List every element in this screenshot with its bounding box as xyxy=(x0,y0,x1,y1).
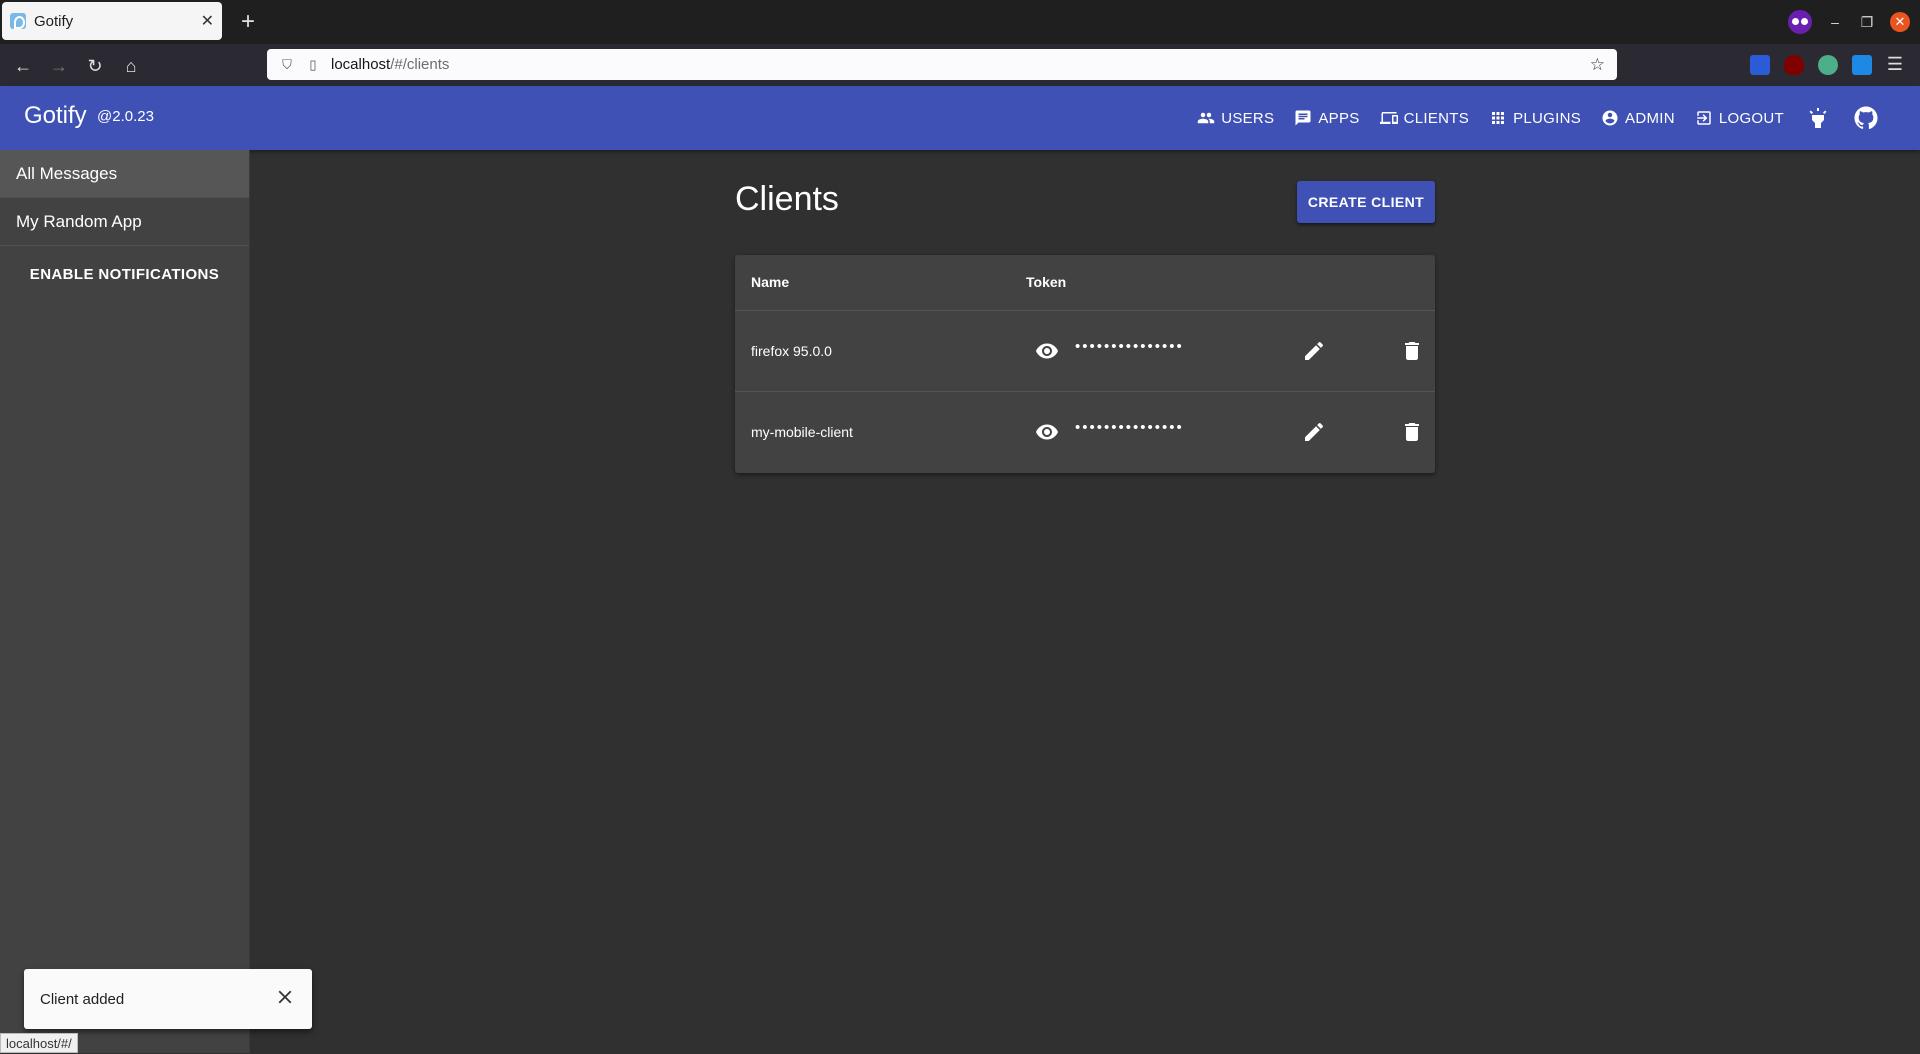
private-browsing-icon xyxy=(1788,10,1812,34)
snackbar-close-button[interactable] xyxy=(274,986,296,1012)
nav-plugins-label: PLUGINS xyxy=(1513,109,1582,127)
devices-icon xyxy=(1379,112,1398,124)
extension-icon[interactable] xyxy=(1818,54,1838,75)
nav-clients-button[interactable]: CLIENTS xyxy=(1370,86,1479,150)
browser-status-url: localhost/#/ xyxy=(0,1033,78,1053)
nav-logout-label: LOGOUT xyxy=(1718,109,1784,127)
close-icon xyxy=(278,990,292,1004)
pencil-icon xyxy=(1305,341,1324,360)
url-host: localhost xyxy=(331,56,391,73)
forward-icon[interactable]: → xyxy=(46,53,72,79)
edit-client-button[interactable] xyxy=(1302,339,1326,363)
browser-tab[interactable]: Gotify ✕ xyxy=(2,2,222,40)
sidebar: All Messages My Random App ENABLE NOTIFI… xyxy=(0,150,250,1053)
nav-apps-label: APPS xyxy=(1318,109,1360,127)
sidebar-item-my-random-app[interactable]: My Random App xyxy=(0,198,249,246)
url-path: /#/clients xyxy=(390,56,450,73)
nav-users-button[interactable]: USERS xyxy=(1187,86,1284,150)
enable-notifications-button[interactable]: ENABLE NOTIFICATIONS xyxy=(0,246,249,302)
logout-icon xyxy=(1697,111,1711,125)
browser-tabbar: Gotify ✕ + – ❐ ✕ xyxy=(0,0,1920,44)
back-icon[interactable]: ← xyxy=(10,53,36,79)
delete-client-button[interactable] xyxy=(1400,420,1424,444)
column-header-name: Name xyxy=(751,274,790,290)
delete-client-button[interactable] xyxy=(1400,339,1424,363)
nav-clients-label: CLIENTS xyxy=(1403,109,1470,127)
client-name: my-mobile-client xyxy=(751,424,853,440)
new-tab-icon[interactable]: + xyxy=(234,8,262,36)
gotify-favicon-icon xyxy=(10,13,26,29)
nav-apps-button[interactable]: APPS xyxy=(1284,86,1369,150)
trash-icon xyxy=(1405,423,1419,441)
nav-admin-label: ADMIN xyxy=(1625,109,1675,127)
reload-icon[interactable]: ↻ xyxy=(82,53,108,79)
account-circle-icon xyxy=(1602,110,1618,126)
show-token-button[interactable] xyxy=(1035,420,1059,444)
close-tab-icon[interactable]: ✕ xyxy=(201,11,214,31)
pencil-icon xyxy=(1305,422,1324,441)
sidebar-item-label: My Random App xyxy=(16,211,142,231)
page-icon: ▯ xyxy=(309,56,317,72)
client-name: firefox 95.0.0 xyxy=(751,343,832,359)
menu-icon[interactable]: ☰ xyxy=(1886,54,1904,75)
show-token-button[interactable] xyxy=(1035,339,1059,363)
nav-users-label: USERS xyxy=(1221,109,1275,127)
theme-toggle-button[interactable] xyxy=(1794,94,1842,142)
table-row: my-mobile-client ••••••••••••••• xyxy=(735,392,1435,473)
tab-title: Gotify xyxy=(34,12,74,30)
chat-icon xyxy=(1295,110,1311,126)
github-icon xyxy=(1854,106,1878,129)
lightbulb-icon xyxy=(1809,108,1827,128)
column-header-token: Token xyxy=(1026,274,1067,290)
nav-logout-button[interactable]: LOGOUT xyxy=(1685,86,1794,150)
bookmark-star-icon[interactable]: ☆ xyxy=(1590,55,1605,75)
client-token: ••••••••••••••• xyxy=(1075,419,1184,436)
minimize-icon[interactable]: – xyxy=(1826,14,1844,30)
eye-icon xyxy=(1036,424,1058,440)
address-bar[interactable]: ⛉ ▯ localhost/#/clients ☆ xyxy=(267,49,1617,80)
app-brand[interactable]: Gotify xyxy=(24,102,87,130)
restore-icon[interactable]: ❐ xyxy=(1858,14,1876,31)
client-token: ••••••••••••••• xyxy=(1075,338,1184,355)
app-version: @2.0.23 xyxy=(97,108,154,125)
nav-admin-button[interactable]: ADMIN xyxy=(1591,86,1685,150)
eye-icon xyxy=(1036,343,1058,359)
create-client-button[interactable]: CREATE CLIENT xyxy=(1297,181,1435,223)
edit-client-button[interactable] xyxy=(1302,420,1326,444)
ublock-icon[interactable] xyxy=(1784,54,1804,75)
snackbar: Client added xyxy=(24,969,312,1029)
clients-table: Name Token firefox 95.0.0 ••••••••••••••… xyxy=(735,255,1435,473)
sidebar-item-label: All Messages xyxy=(16,163,118,183)
home-icon[interactable]: ⌂ xyxy=(118,53,144,79)
nav-plugins-button[interactable]: PLUGINS xyxy=(1479,86,1591,150)
close-window-icon[interactable]: ✕ xyxy=(1890,12,1910,32)
extension-icon[interactable] xyxy=(1852,54,1872,75)
page-title: Clients xyxy=(735,180,839,218)
browser-navbar: ← → ↻ ⌂ ⛉ ▯ localhost/#/clients ☆ ☰ xyxy=(0,44,1920,86)
sidebar-item-all-messages[interactable]: All Messages xyxy=(0,150,249,198)
table-header: Name Token xyxy=(735,255,1435,311)
users-icon xyxy=(1197,112,1215,124)
table-row: firefox 95.0.0 ••••••••••••••• xyxy=(735,311,1435,392)
shield-icon[interactable]: ⛉ xyxy=(279,57,295,73)
trash-icon xyxy=(1405,342,1419,360)
app-bar: Gotify @2.0.23 USERS APPS CLIENTS PLUGIN… xyxy=(0,86,1920,150)
extension-icon[interactable] xyxy=(1750,54,1770,75)
github-button[interactable] xyxy=(1842,94,1890,142)
apps-grid-icon xyxy=(1492,112,1505,124)
snackbar-message: Client added xyxy=(40,990,125,1008)
